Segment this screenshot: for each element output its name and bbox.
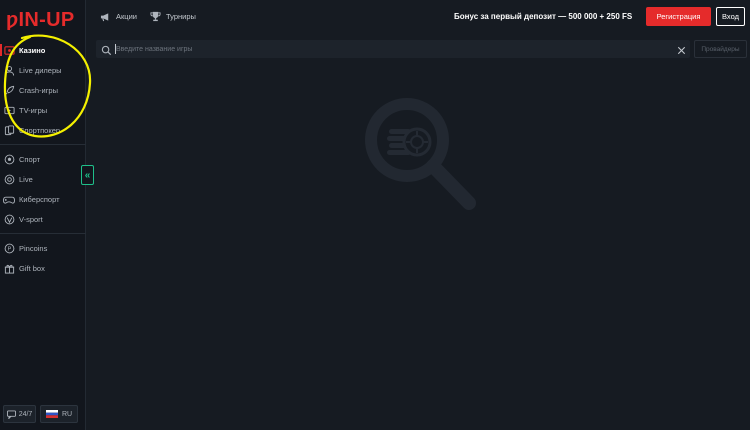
- header-link-promotions[interactable]: Акции: [100, 0, 137, 33]
- sidebar-item-label: Казино: [19, 45, 46, 55]
- svg-text:ƿIN-UP: ƿIN-UP: [6, 9, 74, 30]
- sidebar-item-vsport[interactable]: V-sport: [0, 209, 86, 229]
- vsport-icon: [3, 213, 15, 225]
- sidebar-item-label: V-sport: [19, 214, 43, 224]
- sidebar-item-sportpoker[interactable]: Спортпокер: [0, 120, 86, 140]
- coin-icon: P: [3, 242, 15, 254]
- tv-icon: [3, 104, 15, 116]
- register-button[interactable]: Регистрация: [646, 7, 711, 26]
- sidebar-item-label: Live: [19, 174, 33, 184]
- support-label: 24/7: [18, 410, 33, 418]
- soccer-ball-icon: [3, 153, 15, 165]
- page: ƿIN-UP Казино Live дилеры Crash-игры TV-…: [0, 0, 750, 430]
- sidebar-item-esports[interactable]: Киберспорт: [0, 189, 86, 209]
- sidebar-item-casino[interactable]: Казино: [0, 40, 86, 60]
- dealer-icon: [3, 64, 15, 76]
- sidebar-item-live-dealers[interactable]: Live дилеры: [0, 60, 86, 80]
- no-results-magnifier-icon: [357, 93, 482, 223]
- sidebar: ƿIN-UP Казино Live дилеры Crash-игры TV-…: [0, 0, 86, 430]
- sidebar-item-gift-box[interactable]: Gift box: [0, 258, 86, 278]
- chat-icon: [6, 409, 16, 419]
- megaphone-icon: [100, 12, 111, 22]
- sidebar-item-label: Спортпокер: [19, 125, 61, 135]
- sidebar-item-tv-games[interactable]: TV-игры: [0, 100, 86, 120]
- logo[interactable]: ƿIN-UP: [6, 8, 78, 35]
- clear-search-icon[interactable]: [676, 43, 687, 61]
- language-label: RU: [61, 410, 73, 418]
- sidebar-item-label: TV-игры: [19, 105, 48, 115]
- live-icon: [3, 173, 15, 185]
- gift-icon: [3, 262, 15, 274]
- gamepad-icon: [3, 193, 15, 205]
- divider: [0, 233, 86, 234]
- sidebar-item-crash-games[interactable]: Crash-игры: [0, 80, 86, 100]
- sidebar-item-label: Gift box: [19, 263, 45, 273]
- support-button[interactable]: 24/7: [3, 405, 36, 423]
- header-link-label: Турниры: [166, 12, 196, 21]
- casino-icon: [3, 44, 15, 56]
- divider: [0, 144, 86, 145]
- sidebar-item-live[interactable]: Live: [0, 169, 86, 189]
- language-button[interactable]: RU: [40, 405, 78, 423]
- sidebar-item-label: Киберспорт: [19, 194, 60, 204]
- sidebar-item-label: Live дилеры: [19, 65, 62, 75]
- header: Акции Турниры Бонус за первый депозит — …: [86, 0, 750, 33]
- providers-button[interactable]: Провайдеры: [694, 40, 747, 58]
- chevrons-left-icon: «: [84, 169, 91, 181]
- flag-icon: [45, 410, 58, 418]
- rocket-icon: [3, 84, 15, 96]
- sidebar-nav: Казино Live дилеры Crash-игры TV-игры Сп…: [0, 40, 86, 278]
- sidebar-item-pincoins[interactable]: P Pincoins: [0, 238, 86, 258]
- header-link-label: Акции: [116, 12, 137, 21]
- sidebar-item-label: Спорт: [19, 154, 41, 164]
- pin-up-logo: ƿIN-UP: [6, 9, 74, 31]
- trophy-icon: [150, 11, 161, 22]
- sidebar-collapse-button[interactable]: «: [81, 165, 94, 185]
- login-button[interactable]: Вход: [716, 7, 745, 26]
- search-input[interactable]: [116, 41, 656, 57]
- sidebar-item-label: Crash-игры: [19, 85, 58, 95]
- search-icon: [101, 43, 112, 61]
- sidebar-item-sport[interactable]: Спорт: [0, 149, 86, 169]
- sidebar-item-label: Pincoins: [19, 243, 48, 253]
- bonus-banner[interactable]: Бонус за первый депозит — 500 000 + 250 …: [454, 0, 632, 33]
- header-link-tournaments[interactable]: Турниры: [150, 0, 196, 33]
- search-box: [96, 40, 690, 58]
- sportpoker-icon: [3, 124, 15, 136]
- svg-text:P: P: [7, 246, 11, 252]
